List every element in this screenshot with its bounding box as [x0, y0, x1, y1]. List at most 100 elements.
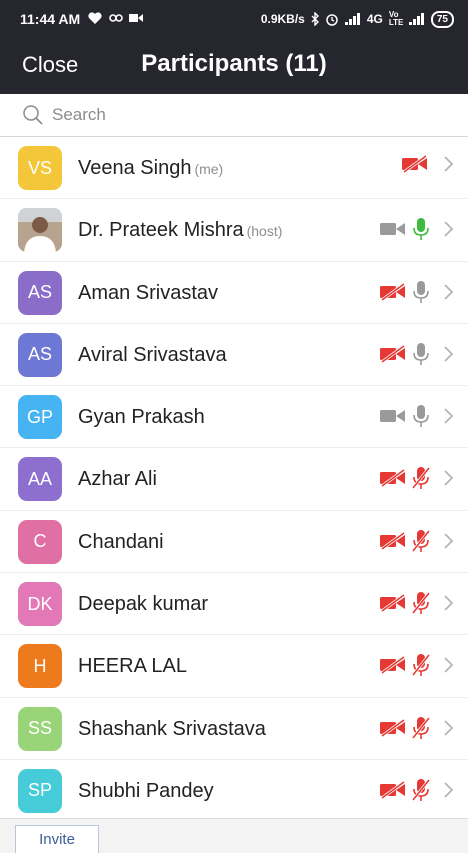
avatar: AS: [18, 332, 62, 377]
participant-name: Deepak kumar: [78, 593, 209, 616]
chevron-right-icon[interactable]: [434, 220, 454, 243]
participant-row[interactable]: H HEERA LAL: [0, 635, 468, 698]
participant-role-tag: (me): [194, 161, 224, 177]
video-on-icon: [378, 220, 408, 243]
avatar: GP: [18, 395, 62, 440]
participant-row[interactable]: AA Azhar Ali: [0, 448, 468, 511]
participant-row[interactable]: SS Shashank Srivastava: [0, 698, 468, 760]
status-bar: 11:44 AM 0.9KB/s 4G Vo LTE 75: [0, 0, 468, 38]
mic-muted-icon: [411, 529, 431, 558]
participant-status-icons: [400, 154, 454, 178]
participant-name: Aman Srivastav: [78, 281, 219, 304]
participant-name: Shubhi Pandey: [78, 779, 214, 802]
video-off-icon: [378, 282, 408, 306]
chevron-right-icon[interactable]: [434, 345, 454, 368]
participant-name-wrap: Deepak kumar: [78, 593, 208, 616]
avatar: VS: [18, 146, 62, 190]
avatar: H: [18, 644, 62, 689]
link-icon: [109, 13, 123, 22]
search-input[interactable]: [50, 104, 434, 126]
participant-row[interactable]: SP Shubhi Pandey: [0, 760, 468, 823]
page-title: Participants (11): [141, 50, 327, 77]
participant-row[interactable]: GP Gyan Prakash: [0, 386, 468, 449]
avatar-initials: VS: [27, 157, 52, 178]
chevron-right-icon[interactable]: [434, 656, 454, 679]
participant-name-wrap: Gyan Prakash: [78, 406, 205, 429]
participant-row[interactable]: AS Aviral Srivastava: [0, 324, 468, 387]
video-off-icon: [378, 593, 408, 617]
network-speed: 0.9KB/s: [260, 12, 305, 26]
video-off-icon: [378, 780, 408, 804]
video-off-icon: [378, 718, 408, 742]
mic-muted-icon: [411, 778, 431, 807]
participant-status-icons: [378, 217, 454, 246]
search-icon: [23, 105, 43, 125]
mic-muted-icon: [411, 716, 431, 745]
mic-muted-icon: [411, 466, 431, 495]
participant-status-icons: [378, 280, 454, 309]
bluetooth-icon: [311, 12, 319, 26]
mic-speaking-icon: [412, 217, 430, 246]
participant-row[interactable]: DK Deepak kumar: [0, 573, 468, 636]
participant-row[interactable]: VS Veena Singh (me): [0, 137, 468, 200]
participant-status-icons: [378, 404, 454, 433]
participant-name-wrap: HEERA LAL: [78, 655, 187, 678]
participant-name-wrap: Aviral Srivastava: [78, 344, 227, 367]
participant-status-icons: [378, 529, 454, 558]
participant-name-wrap: Shubhi Pandey: [78, 780, 214, 803]
avatar-photo: [18, 208, 62, 253]
title-bar: Close Participants (11): [0, 38, 468, 94]
video-notification-icon: [129, 13, 144, 22]
avatar: AA: [18, 457, 62, 502]
chevron-right-icon[interactable]: [434, 532, 454, 555]
mic-muted-icon: [411, 653, 431, 682]
participant-name: Chandani: [78, 530, 164, 553]
video-off-icon: [378, 344, 408, 368]
avatar-initials: SP: [27, 780, 52, 801]
participant-name-wrap: Shashank Srivastava: [78, 718, 266, 741]
chevron-right-icon[interactable]: [434, 719, 454, 742]
avatar: C: [18, 519, 62, 564]
participant-row[interactable]: AS Aman Srivastav: [0, 262, 468, 324]
participant-row[interactable]: Dr. Prateek Mishra (host): [0, 199, 468, 262]
invite-button[interactable]: Invite: [15, 825, 99, 853]
participant-name-wrap: Aman Srivastav: [78, 282, 218, 305]
participant-status-icons: [378, 591, 454, 620]
heart-icon: [88, 11, 102, 24]
participant-name: Dr. Prateek Mishra: [78, 219, 244, 242]
participant-status-icons: [378, 466, 454, 495]
participant-status-icons: [378, 653, 454, 682]
mic-muted-icon: [411, 591, 431, 620]
participant-name-wrap: Chandani: [78, 531, 164, 554]
search-bar: [0, 94, 468, 137]
participant-name-wrap: Dr. Prateek Mishra (host): [78, 219, 282, 242]
chevron-right-icon[interactable]: [434, 469, 454, 492]
avatar-initials: AA: [27, 468, 52, 489]
participant-name-wrap: Veena Singh (me): [78, 157, 223, 180]
participant-name: Azhar Ali: [78, 468, 157, 491]
chevron-right-icon[interactable]: [434, 155, 454, 178]
video-off-icon: [378, 531, 408, 555]
mic-icon: [412, 280, 430, 309]
chevron-right-icon[interactable]: [434, 594, 454, 617]
participant-status-icons: [378, 716, 454, 745]
chevron-right-icon[interactable]: [434, 283, 454, 306]
participant-status-icons: [378, 342, 454, 371]
signal-icon: [344, 13, 360, 25]
avatar-initials: SS: [27, 718, 52, 739]
participant-name: Veena Singh: [78, 157, 192, 179]
chevron-right-icon[interactable]: [434, 781, 454, 804]
signal-icon-2: [408, 13, 424, 25]
footer-bar: Invite: [0, 818, 468, 853]
video-off-icon: [400, 154, 430, 178]
avatar-initials: DK: [27, 593, 53, 614]
avatar: AS: [18, 270, 62, 315]
participant-status-icons: [378, 778, 454, 807]
participant-row[interactable]: C Chandani: [0, 511, 468, 574]
participant-name: Shashank Srivastava: [78, 717, 266, 740]
video-on-icon: [378, 407, 408, 430]
avatar-initials: AS: [27, 282, 52, 303]
chevron-right-icon[interactable]: [434, 407, 454, 430]
avatar-initials: GP: [26, 406, 53, 427]
avatar: SS: [18, 706, 62, 751]
